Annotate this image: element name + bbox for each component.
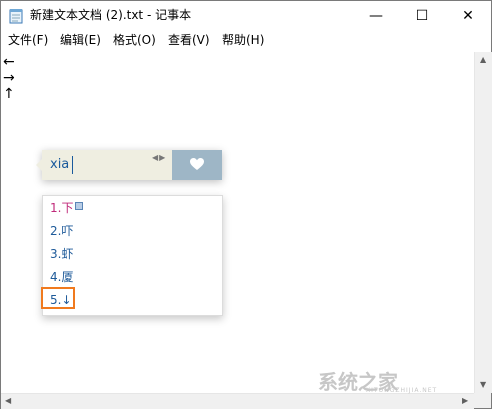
- candidate-3[interactable]: 3.虾: [50, 246, 73, 263]
- candidate-4[interactable]: 4.厦: [50, 269, 73, 286]
- ime-input-area[interactable]: xia ◀▶: [36, 150, 172, 180]
- extra-candidate-icon: [75, 202, 84, 210]
- candidate-1-label: 1.下: [50, 201, 74, 215]
- ime-pointer: [36, 159, 42, 171]
- scroll-left-icon[interactable]: ◀: [5, 396, 11, 405]
- ime-caret: [72, 156, 73, 174]
- ime-composition-bar: xia ◀▶: [36, 150, 222, 180]
- vertical-scrollbar[interactable]: ▲ ▼: [474, 52, 492, 393]
- notepad-icon: [9, 8, 23, 24]
- ime-page-arrows-icon[interactable]: ◀▶: [152, 153, 166, 162]
- menu-help[interactable]: 帮助(H): [222, 32, 264, 49]
- horizontal-scrollbar[interactable]: ◀ ▶: [1, 393, 474, 409]
- candidate-2[interactable]: 2.吓: [50, 223, 73, 240]
- ime-action-button[interactable]: [172, 150, 222, 180]
- title-bar[interactable]: 新建文本文档 (2).txt - 记事本 — ☐ ✕: [1, 1, 491, 30]
- menu-edit[interactable]: 编辑(E): [60, 32, 101, 49]
- close-button[interactable]: ✕: [445, 1, 491, 30]
- menu-view[interactable]: 查看(V): [168, 32, 210, 49]
- editor-line-3: ↑: [3, 86, 15, 102]
- heart-icon: [189, 156, 205, 175]
- minimize-button[interactable]: —: [353, 1, 399, 30]
- scroll-down-icon[interactable]: ▼: [480, 380, 486, 389]
- window-title: 新建文本文档 (2).txt - 记事本: [30, 8, 192, 22]
- editor-line-2: →: [3, 70, 15, 86]
- candidate-1[interactable]: 1.下: [50, 200, 84, 217]
- menu-bar: 文件(F) 编辑(E) 格式(O) 查看(V) 帮助(H): [1, 30, 491, 51]
- editor-line-1: ←: [3, 54, 15, 70]
- scrollbar-corner: [474, 393, 491, 408]
- maximize-button[interactable]: ☐: [399, 1, 445, 30]
- candidate-highlight-box: [41, 287, 75, 309]
- scroll-up-icon[interactable]: ▲: [480, 55, 486, 64]
- menu-format[interactable]: 格式(O): [113, 32, 156, 49]
- ime-pinyin-text: xia: [50, 157, 70, 172]
- watermark-url: XITONGZHIJIA.NET: [366, 387, 438, 394]
- menu-file[interactable]: 文件(F): [8, 32, 48, 49]
- scroll-right-icon[interactable]: ▶: [462, 396, 468, 405]
